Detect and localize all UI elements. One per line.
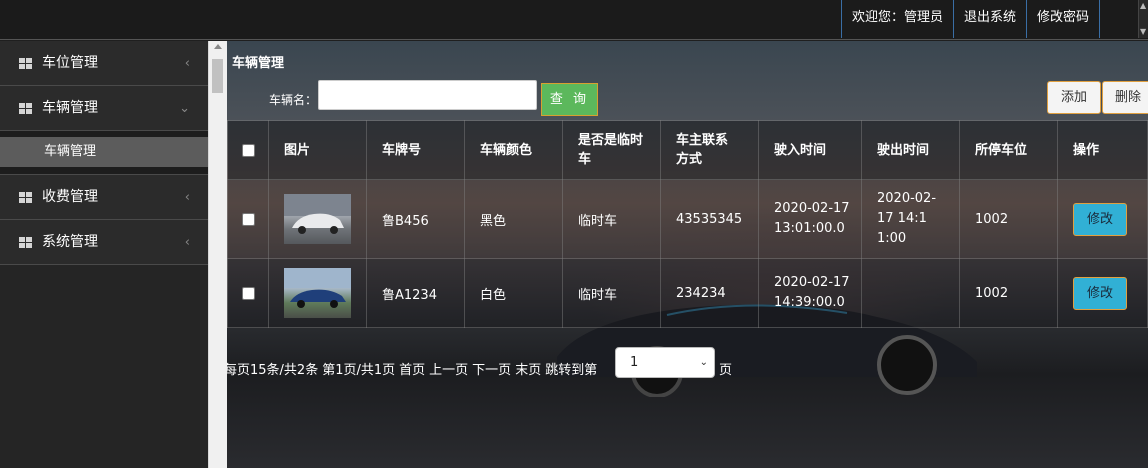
chevron-left-icon: ‹ [184,190,190,205]
car-photo [284,194,351,234]
row-select-cell [227,179,269,259]
select-all-checkbox[interactable] [241,143,255,157]
welcome-text: 欢迎您：管理员 [840,0,953,38]
chevron-down-icon: ⌄ [699,357,708,368]
table-row: 鲁A1234 白色 临时车 234234 2020-02-17 14:39:00… [227,258,1148,328]
out-time-cell: 2020-02-17 14:11:00 [861,179,960,259]
top-scrollbar[interactable]: ▲ ▼ [1138,0,1148,38]
chevron-down-icon: ⌄ [179,101,190,116]
image-cell [268,258,367,328]
col-header-spot: 所停车位 [959,120,1058,180]
add-button[interactable]: 添加 [1047,81,1101,114]
in-time-text: 2020-02-17 13:01:00.0 [774,201,850,236]
grid-icon [19,237,32,248]
blue-sedan-thumbnail [284,268,351,318]
action-cell: 修改 [1057,258,1148,328]
main-scrollbar[interactable] [208,41,227,468]
action-cell: 修改 [1057,179,1148,259]
col-header-in-time: 驶入时间 [758,120,862,180]
col-header-contact-label: 车主联系方式 [676,133,729,167]
out-time-cell [861,258,960,328]
contact-cell: 234234 [660,258,759,328]
contact-cell: 43535345 [660,179,759,259]
change-password-link[interactable]: 修改密码 [1025,0,1100,38]
sidebar-item-label: 车辆管理 [42,100,98,116]
in-time-cell: 2020-02-17 14:39:00.0 [758,258,862,328]
color-cell: 黑色 [464,179,563,259]
spot-cell: 1002 [959,179,1058,259]
vehicle-table: 图片 车牌号 车辆颜色 是否是临时车 车主联系方式 驶入时间 驶出时间 所停车位… [227,120,1148,328]
table-row: 鲁B456 黑色 临时车 43535345 2020-02-17 13:01:0… [227,179,1148,259]
pager-first-link[interactable]: 首页 [399,363,425,378]
col-header-plate: 车牌号 [366,120,465,180]
pager-suffix: 页 [719,363,733,378]
col-header-out-time: 驶出时间 [861,120,960,180]
sidebar-item-system[interactable]: 系统管理 ‹ [0,220,208,265]
col-header-temp: 是否是临时车 [562,120,661,180]
row-checkbox[interactable] [241,212,255,226]
chevron-left-icon: ‹ [184,56,190,71]
col-header-action: 操作 [1057,120,1148,180]
car-photo [284,268,351,308]
pager-next-link[interactable]: 下一页 [472,363,511,378]
page-title: 车辆管理 [232,56,285,71]
col-header-contact: 车主联系方式 [660,120,759,180]
chevron-left-icon: ‹ [184,235,190,250]
spot-cell: 1002 [959,258,1058,328]
pagination: 每页15条/共2条 第1页/共1页 首页 上一页 下一页 末页 跳转到第 [227,359,601,378]
sidebar-item-label: 系统管理 [42,234,98,250]
sidebar-subitem-label: 车辆管理 [0,137,208,167]
in-time-cell: 2020-02-17 13:01:00.0 [758,179,862,259]
grid-icon [19,58,32,69]
row-select-cell [227,258,269,328]
color-cell: 白色 [464,258,563,328]
pager-page-info: 第1页/共1页 [322,363,396,378]
scroll-down-icon[interactable]: ▼ [1140,28,1146,36]
plate-cell: 鲁B456 [366,179,465,259]
scrollbar-thumb[interactable] [212,59,223,93]
top-bar: 欢迎您：管理员 退出系统 修改密码 ▲ ▼ [0,0,1148,40]
sidebar-item-parking-spots[interactable]: 车位管理 ‹ [0,41,208,86]
sidebar-item-fees[interactable]: 收费管理 ‹ [0,175,208,220]
pager-prev-link[interactable]: 上一页 [429,363,468,378]
scroll-up-icon[interactable] [214,44,222,49]
temp-cell: 临时车 [562,258,661,328]
temp-cell: 临时车 [562,179,661,259]
col-header-temp-label: 是否是临时车 [578,133,644,167]
logout-link[interactable]: 退出系统 [952,0,1026,38]
pager-last-link[interactable]: 末页 [515,363,541,378]
sidebar-item-label: 收费管理 [42,189,98,205]
col-header-image: 图片 [268,120,367,180]
sidebar-subitem-vehicle-management[interactable]: 车辆管理 [0,131,208,174]
select-all-cell [227,120,269,180]
vehicle-name-input[interactable] [318,80,537,110]
grid-icon [19,192,32,203]
sidebar-submenu-vehicles: 车辆管理 [0,131,208,175]
grid-icon [19,103,32,114]
top-nav: 欢迎您：管理员 退出系统 修改密码 [840,0,1100,38]
delete-button[interactable]: 删除 [1102,81,1148,114]
edit-button[interactable]: 修改 [1073,202,1127,236]
col-header-color: 车辆颜色 [464,120,563,180]
scroll-up-icon[interactable]: ▲ [1140,2,1146,10]
row-checkbox[interactable] [241,286,255,300]
main-content: 车辆管理 车辆名： 查 询 添加 删除 图片 车牌号 车辆颜色 是否是临时车 车… [227,41,1148,468]
page-jump-select[interactable]: 1 ⌄ [615,347,715,378]
in-time-text: 2020-02-17 14:39:00.0 [774,275,850,310]
page-jump-value: 1 [630,355,639,370]
edit-button[interactable]: 修改 [1073,276,1127,310]
out-time-text: 2020-02-17 14:11:00 [877,191,937,246]
pager-jump-label: 跳转到第 [545,363,598,378]
table-header-row: 图片 车牌号 车辆颜色 是否是临时车 车主联系方式 驶入时间 驶出时间 所停车位… [227,120,1148,180]
search-label: 车辆名： [269,93,318,107]
white-suv-thumbnail [284,194,351,244]
search-button[interactable]: 查 询 [541,83,598,116]
sidebar: 车位管理 ‹ 车辆管理 ⌄ 车辆管理 收费管理 ‹ 系统管理 ‹ [0,41,208,468]
sidebar-item-vehicles[interactable]: 车辆管理 ⌄ [0,86,208,131]
image-cell [268,179,367,259]
pager-summary: 每页15条/共2条 [227,363,319,378]
plate-cell: 鲁A1234 [366,258,465,328]
sidebar-item-label: 车位管理 [42,55,98,71]
